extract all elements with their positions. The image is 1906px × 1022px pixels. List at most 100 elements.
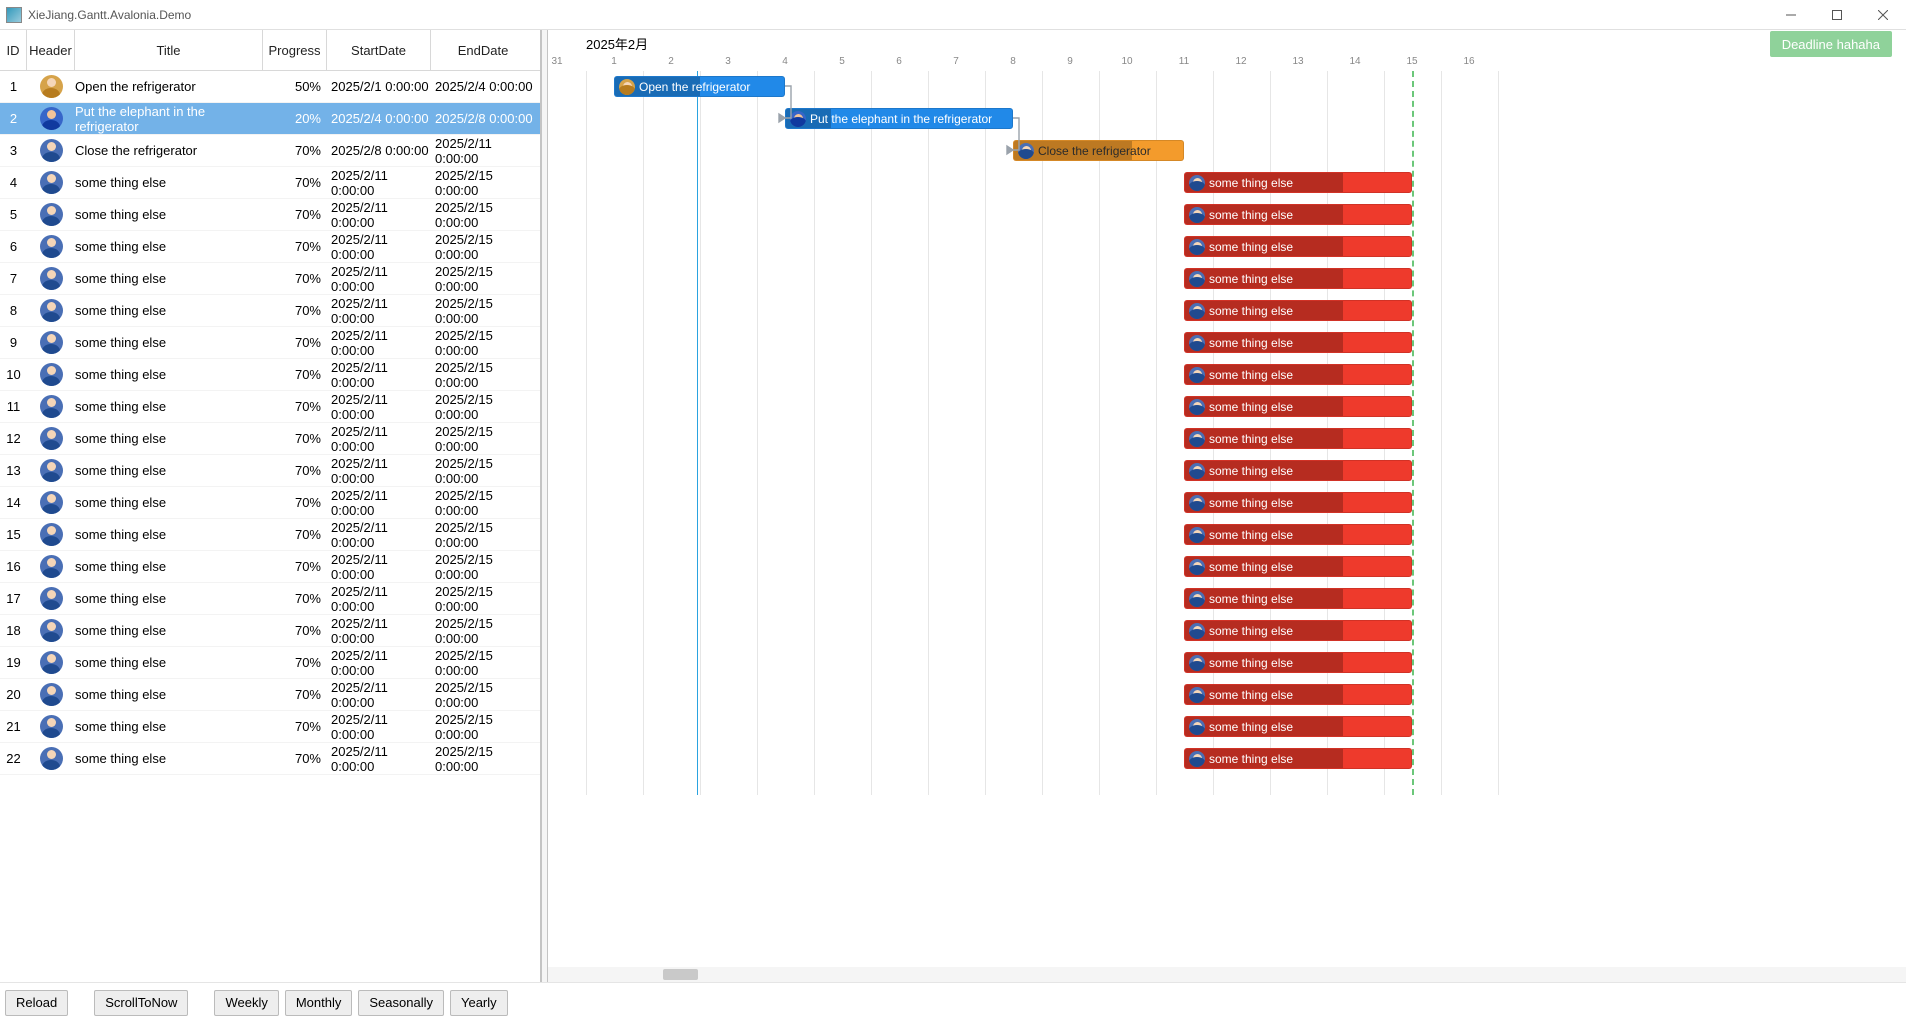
window-close-button[interactable] (1860, 0, 1906, 30)
gantt-gridline (985, 71, 986, 795)
cell-startdate: 2025/2/11 0:00:00 (327, 423, 431, 454)
gantt-day-label: 5 (839, 56, 845, 67)
gantt-bar[interactable]: some thing else (1184, 652, 1412, 673)
weekly-button[interactable]: Weekly (214, 990, 278, 1016)
gantt-bar[interactable]: some thing else (1184, 204, 1412, 225)
cell-avatar (27, 71, 75, 102)
gantt-bar[interactable]: some thing else (1184, 748, 1412, 769)
gantt-horizontal-scrollbar[interactable] (548, 967, 1906, 982)
cell-enddate: 2025/2/15 0:00:00 (431, 263, 535, 294)
cell-progress: 70% (263, 551, 327, 582)
avatar-icon (1189, 335, 1205, 351)
cell-enddate: 2025/2/15 0:00:00 (431, 295, 535, 326)
table-row[interactable]: 5some thing else70%2025/2/11 0:00:002025… (0, 199, 540, 231)
cell-avatar (27, 583, 75, 614)
gantt-bar[interactable]: some thing else (1184, 428, 1412, 449)
yearly-button[interactable]: Yearly (450, 990, 508, 1016)
column-header-enddate[interactable]: EndDate (431, 30, 535, 70)
gantt-bar-label: some thing else (1209, 304, 1293, 318)
avatar-icon (1189, 751, 1205, 767)
scrolltonow-button[interactable]: ScrollToNow (94, 990, 188, 1016)
monthly-button[interactable]: Monthly (285, 990, 353, 1016)
scrollbar-thumb[interactable] (663, 969, 698, 980)
cell-id: 6 (0, 231, 27, 262)
gantt-bar[interactable]: some thing else (1184, 268, 1412, 289)
cell-startdate: 2025/2/11 0:00:00 (327, 231, 431, 262)
cell-avatar (27, 391, 75, 422)
window-maximize-button[interactable] (1814, 0, 1860, 30)
cell-enddate: 2025/2/15 0:00:00 (431, 679, 535, 710)
table-row[interactable]: 15some thing else70%2025/2/11 0:00:00202… (0, 519, 540, 551)
gantt-gridline (700, 71, 701, 795)
cell-avatar (27, 263, 75, 294)
gantt-bar[interactable]: some thing else (1184, 236, 1412, 257)
gantt-bar[interactable]: Close the refrigerator (1013, 140, 1184, 161)
cell-avatar (27, 135, 75, 166)
deadline-badge[interactable]: Deadline hahaha (1770, 31, 1892, 57)
gantt-bar[interactable]: some thing else (1184, 716, 1412, 737)
cell-startdate: 2025/2/11 0:00:00 (327, 711, 431, 742)
avatar-icon (40, 523, 63, 546)
table-row[interactable]: 16some thing else70%2025/2/11 0:00:00202… (0, 551, 540, 583)
column-header-startdate[interactable]: StartDate (327, 30, 431, 70)
table-row[interactable]: 10some thing else70%2025/2/11 0:00:00202… (0, 359, 540, 391)
reload-button[interactable]: Reload (5, 990, 68, 1016)
avatar-icon (1189, 527, 1205, 543)
cell-id: 17 (0, 583, 27, 614)
gantt-bar[interactable]: some thing else (1184, 332, 1412, 353)
table-row[interactable]: 13some thing else70%2025/2/11 0:00:00202… (0, 455, 540, 487)
column-header-title[interactable]: Title (75, 30, 263, 70)
avatar-icon (1189, 463, 1205, 479)
gantt-bar[interactable]: some thing else (1184, 588, 1412, 609)
column-header-header[interactable]: Header (27, 30, 75, 70)
table-row[interactable]: 12some thing else70%2025/2/11 0:00:00202… (0, 423, 540, 455)
window-minimize-button[interactable] (1768, 0, 1814, 30)
table-row[interactable]: 17some thing else70%2025/2/11 0:00:00202… (0, 583, 540, 615)
cell-startdate: 2025/2/11 0:00:00 (327, 679, 431, 710)
table-row[interactable]: 14some thing else70%2025/2/11 0:00:00202… (0, 487, 540, 519)
table-row[interactable]: 11some thing else70%2025/2/11 0:00:00202… (0, 391, 540, 423)
gantt-bar[interactable]: Put the elephant in the refrigerator (785, 108, 1013, 129)
table-row[interactable]: 9some thing else70%2025/2/11 0:00:002025… (0, 327, 540, 359)
table-row[interactable]: 6some thing else70%2025/2/11 0:00:002025… (0, 231, 540, 263)
gantt-bar-label: some thing else (1209, 720, 1293, 734)
gantt-day-label: 6 (896, 56, 902, 67)
seasonally-button[interactable]: Seasonally (358, 990, 444, 1016)
gantt-bar[interactable]: some thing else (1184, 620, 1412, 641)
vertical-splitter[interactable] (541, 30, 548, 982)
gantt-bar[interactable]: some thing else (1184, 396, 1412, 417)
gantt-bar[interactable]: some thing else (1184, 524, 1412, 545)
gantt-bar[interactable]: Open the refrigerator (614, 76, 785, 97)
table-row[interactable]: 2Put the elephant in the refrigerator20%… (0, 103, 540, 135)
cell-progress: 70% (263, 743, 327, 774)
table-row[interactable]: 7some thing else70%2025/2/11 0:00:002025… (0, 263, 540, 295)
table-row[interactable]: 19some thing else70%2025/2/11 0:00:00202… (0, 647, 540, 679)
cell-avatar (27, 679, 75, 710)
table-row[interactable]: 3Close the refrigerator70%2025/2/8 0:00:… (0, 135, 540, 167)
cell-progress: 70% (263, 295, 327, 326)
column-header-id[interactable]: ID (0, 30, 27, 70)
cell-avatar (27, 359, 75, 390)
gantt-bar[interactable]: some thing else (1184, 684, 1412, 705)
avatar-icon (1189, 175, 1205, 191)
table-body[interactable]: 1Open the refrigerator50%2025/2/1 0:00:0… (0, 71, 540, 982)
table-row[interactable]: 18some thing else70%2025/2/11 0:00:00202… (0, 615, 540, 647)
gantt-bar[interactable]: some thing else (1184, 300, 1412, 321)
gantt-bar[interactable]: some thing else (1184, 460, 1412, 481)
gantt-bar[interactable]: some thing else (1184, 172, 1412, 193)
cell-progress: 20% (263, 103, 327, 134)
cell-id: 8 (0, 295, 27, 326)
cell-progress: 70% (263, 199, 327, 230)
gantt-gridline (928, 71, 929, 795)
column-header-progress[interactable]: Progress (263, 30, 327, 70)
table-row[interactable]: 1Open the refrigerator50%2025/2/1 0:00:0… (0, 71, 540, 103)
table-row[interactable]: 4some thing else70%2025/2/11 0:00:002025… (0, 167, 540, 199)
gantt-bar[interactable]: some thing else (1184, 364, 1412, 385)
gantt-bar[interactable]: some thing else (1184, 492, 1412, 513)
gantt-bar[interactable]: some thing else (1184, 556, 1412, 577)
table-row[interactable]: 20some thing else70%2025/2/11 0:00:00202… (0, 679, 540, 711)
table-row[interactable]: 21some thing else70%2025/2/11 0:00:00202… (0, 711, 540, 743)
gantt-body[interactable]: Open the refrigeratorPut the elephant in… (548, 71, 1906, 982)
table-row[interactable]: 22some thing else70%2025/2/11 0:00:00202… (0, 743, 540, 775)
table-row[interactable]: 8some thing else70%2025/2/11 0:00:002025… (0, 295, 540, 327)
